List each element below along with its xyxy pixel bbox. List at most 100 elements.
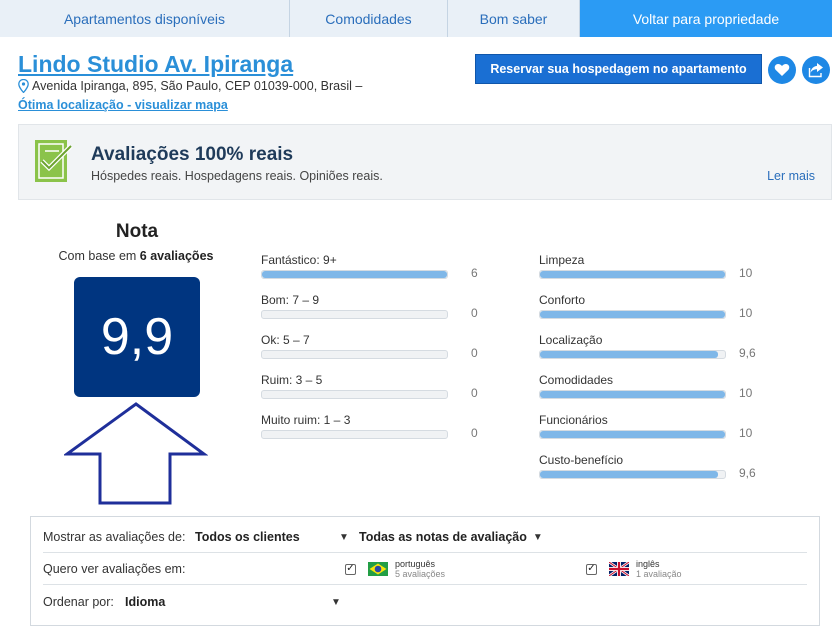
bar-label: Localização [539, 333, 603, 347]
bar-fill [540, 431, 725, 438]
score-bar-row: Conforto 10 [539, 293, 769, 323]
language-label: Quero ver avaliações em: [43, 562, 186, 576]
bar-fill [540, 471, 718, 478]
chevron-down-icon[interactable]: ▼ [533, 532, 543, 543]
bar-value: 0 [471, 346, 478, 360]
bar-fill [262, 271, 447, 278]
bar-track [539, 270, 726, 279]
brazil-flag-icon [368, 562, 388, 576]
score-bar-row: Comodidades 10 [539, 373, 769, 403]
bar-track [539, 470, 726, 479]
bar-track [539, 350, 726, 359]
score-badge: 9,9 [74, 277, 200, 397]
tab-back-to-property[interactable]: Voltar para propriedade [580, 0, 832, 37]
chevron-down-icon[interactable]: ▼ [331, 597, 341, 608]
score-heading: Nota [115, 221, 159, 242]
bar-fill [540, 391, 725, 398]
chevron-down-icon[interactable]: ▼ [339, 532, 359, 543]
reserve-button[interactable]: Reservar sua hospedagem no apartamento [475, 54, 762, 84]
verified-checklist-icon [35, 140, 73, 182]
show-label: Mostrar as avaliações de: [43, 530, 186, 544]
bar-fill [540, 271, 725, 278]
read-more-link[interactable]: Ler mais [767, 169, 815, 183]
property-title[interactable]: Lindo Studio Av. Ipiranga [18, 51, 293, 78]
score-bar-row: Muito ruim: 1 – 3 0 [261, 413, 501, 443]
bar-value: 6 [471, 266, 478, 280]
sort-label: Ordenar por: [43, 595, 114, 609]
tab-amenities[interactable]: Comodidades [290, 0, 448, 37]
filter-row-show: Mostrar as avaliações de: Todos os clien… [43, 522, 807, 553]
bar-label: Bom: 7 – 9 [261, 293, 320, 307]
language-name: inglês [636, 559, 660, 569]
tab-good-to-know[interactable]: Bom saber [448, 0, 580, 37]
portuguese-option: português 5 avaliações [395, 559, 575, 579]
language-count: 1 avaliação [636, 569, 682, 579]
bar-label: Ok: 5 – 7 [261, 333, 310, 347]
map-pin-icon [18, 79, 29, 93]
sort-select[interactable]: Idioma [125, 595, 331, 609]
bar-label: Limpeza [539, 253, 585, 267]
checkbox-portuguese[interactable]: ✓ [345, 563, 356, 575]
bar-value: 0 [471, 306, 478, 320]
score-bar-row: Fantástico: 9+ 6 [261, 253, 501, 283]
score-bar-row: Localização 9,6 [539, 333, 769, 363]
language-name: português [395, 559, 436, 569]
english-option: inglês 1 avaliação [636, 559, 682, 579]
bar-label: Ruim: 3 – 5 [261, 373, 323, 387]
top-tabs: Apartamentos disponíveis Comodidades Bom… [0, 0, 832, 37]
bar-value: 9,6 [739, 346, 756, 360]
bar-value: 0 [471, 426, 478, 440]
review-count-value: 6 avaliações [139, 249, 214, 263]
bar-value: 10 [739, 266, 753, 280]
score-bar-row: Limpeza 10 [539, 253, 769, 283]
checkbox-english[interactable]: ✓ [586, 563, 597, 575]
bar-value: 0 [471, 386, 478, 400]
filter-row-sort: Ordenar por: Idioma ▼ [43, 587, 807, 617]
bar-label: Conforto [539, 293, 586, 307]
bar-track [261, 430, 448, 439]
address-text: Avenida Ipiranga, 895, São Paulo, CEP 01… [32, 79, 363, 93]
bar-label: Custo-benefício [539, 453, 624, 467]
bar-label: Funcionários [539, 413, 608, 427]
customer-type-select[interactable]: Todos os clientes [195, 530, 339, 544]
bar-track [261, 270, 448, 279]
view-map-link[interactable]: Ótima localização - visualizar mapa [18, 98, 228, 112]
score-bar-row: Custo-benefício 9,6 [539, 453, 769, 483]
share-button[interactable] [802, 56, 830, 84]
bar-track [261, 310, 448, 319]
share-icon [808, 63, 823, 78]
tab-available-apartments[interactable]: Apartamentos disponíveis [0, 0, 290, 37]
bar-value: 10 [739, 426, 753, 440]
review-count-text: Com base em 6 avaliações [36, 249, 236, 263]
up-arrow-annotation [64, 402, 208, 505]
review-filters: Mostrar as avaliações de: Todos os clien… [30, 516, 820, 626]
bar-label: Comodidades [539, 373, 614, 387]
bar-track [539, 430, 726, 439]
language-count: 5 avaliações [395, 569, 446, 579]
filter-row-language: Quero ver avaliações em: ✓ português 5 a… [43, 554, 807, 585]
address-row: Avenida Ipiranga, 895, São Paulo, CEP 01… [18, 79, 362, 93]
review-count-prefix: Com base em [58, 249, 140, 263]
heart-icon [774, 64, 790, 76]
verified-reviews-banner: Avaliações 100% reais Hóspedes reais. Ho… [18, 124, 832, 200]
score-bar-row: Funcionários 10 [539, 413, 769, 443]
banner-subtitle: Hóspedes reais. Hospedagens reais. Opini… [91, 169, 383, 183]
score-bar-row: Bom: 7 – 9 0 [261, 293, 501, 323]
bar-value: 10 [739, 306, 753, 320]
bar-fill [540, 351, 718, 358]
bar-track [539, 310, 726, 319]
bar-track [261, 350, 448, 359]
bar-label: Muito ruim: 1 – 3 [261, 413, 351, 427]
uk-flag-icon [609, 562, 629, 576]
bar-fill [540, 311, 725, 318]
bar-track [261, 390, 448, 399]
bar-label: Fantástico: 9+ [261, 253, 337, 267]
score-bar-row: Ruim: 3 – 5 0 [261, 373, 501, 403]
banner-title: Avaliações 100% reais [91, 144, 294, 165]
bar-track [539, 390, 726, 399]
bar-value: 10 [739, 386, 753, 400]
score-filter-select[interactable]: Todas as notas de avaliação [359, 530, 527, 544]
bar-value: 9,6 [739, 466, 756, 480]
favorite-button[interactable] [768, 56, 796, 84]
score-bar-row: Ok: 5 – 7 0 [261, 333, 501, 363]
